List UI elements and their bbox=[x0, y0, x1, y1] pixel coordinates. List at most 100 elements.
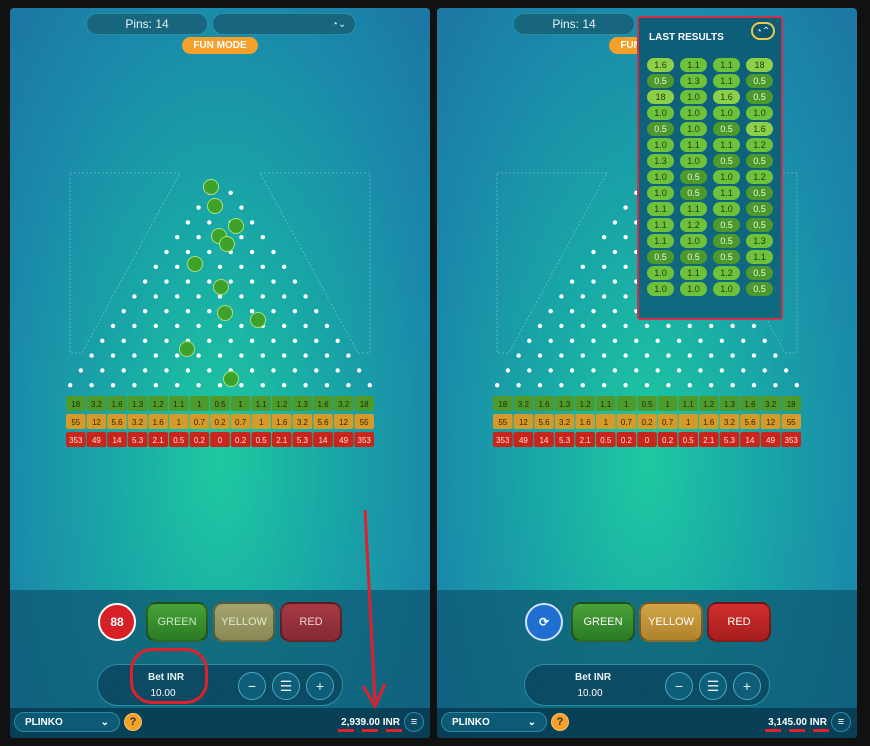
pin bbox=[687, 383, 692, 388]
yellow-button[interactable]: YELLOW bbox=[639, 602, 703, 642]
plus-icon: + bbox=[742, 678, 752, 694]
result-chip: 1.0 bbox=[746, 106, 773, 120]
red-multiplier-label: 2.1 bbox=[703, 436, 715, 445]
pin bbox=[249, 338, 255, 343]
result-chip: 1.0 bbox=[713, 106, 740, 120]
red-multiplier-label: 0.5 bbox=[173, 436, 185, 445]
red-button[interactable]: RED bbox=[707, 602, 771, 642]
pin bbox=[783, 368, 789, 373]
green-multiplier-label: 1.1 bbox=[173, 400, 185, 409]
help-button[interactable]: ? bbox=[124, 713, 142, 731]
results-row: 0.5 1.0 0.5 1.6 bbox=[647, 122, 773, 136]
help-button[interactable]: ? bbox=[551, 713, 569, 731]
result-chip: 1.3 bbox=[647, 154, 674, 168]
pin bbox=[239, 353, 244, 358]
balance-underline bbox=[386, 729, 402, 732]
result-chip: 0.5 bbox=[680, 186, 707, 200]
result-chip: 1.3 bbox=[680, 74, 707, 88]
pin bbox=[602, 353, 607, 358]
result-chip: 1.2 bbox=[746, 170, 773, 184]
pin bbox=[207, 309, 212, 314]
pin bbox=[217, 383, 223, 388]
pin bbox=[580, 264, 585, 269]
pin bbox=[324, 383, 330, 388]
history-collapse-icon[interactable]: ◔⌃ bbox=[751, 22, 775, 40]
pin bbox=[591, 368, 596, 373]
game-select[interactable]: PLINKO ⌄ bbox=[441, 712, 547, 732]
footer-bar: PLINKO ⌄ ? 2,939.00 INR ≡ bbox=[10, 708, 430, 738]
pin bbox=[196, 205, 201, 210]
pin bbox=[249, 220, 255, 225]
pin bbox=[794, 383, 799, 388]
pin bbox=[773, 353, 778, 358]
pin bbox=[271, 338, 276, 343]
pin bbox=[271, 368, 276, 373]
pin bbox=[185, 220, 191, 225]
pin bbox=[260, 383, 265, 388]
balls-count: 88 bbox=[110, 615, 124, 629]
green-multiplier-label: 1.1 bbox=[683, 400, 695, 409]
results-row: 0.5 0.5 0.5 1.1 bbox=[647, 250, 773, 264]
menu-button[interactable]: ≡ bbox=[831, 712, 851, 732]
result-chip: 0.5 bbox=[746, 186, 773, 200]
red-button[interactable]: RED bbox=[280, 602, 342, 642]
green-multiplier-label: 1 bbox=[624, 400, 629, 409]
pin bbox=[260, 353, 265, 358]
coins-button[interactable]: ☰ bbox=[699, 672, 727, 700]
pin bbox=[121, 338, 126, 343]
game-select[interactable]: PLINKO ⌄ bbox=[14, 712, 120, 732]
results-row: 1.1 1.2 0.5 0.5 bbox=[647, 218, 773, 232]
red-multiplier-label: 2.1 bbox=[580, 436, 592, 445]
pin bbox=[580, 323, 585, 329]
result-chip: 1.0 bbox=[713, 202, 740, 216]
red-multiplier-label: 0.5 bbox=[683, 436, 695, 445]
coins-button[interactable]: ☰ bbox=[272, 672, 300, 700]
pin bbox=[142, 279, 148, 284]
bet-plus-button[interactable]: + bbox=[733, 672, 761, 700]
green-multiplier-label: 1.2 bbox=[580, 400, 592, 409]
pin bbox=[239, 383, 244, 388]
yellow-multiplier-label: 12 bbox=[92, 418, 101, 427]
green-multiplier-label: 0.5 bbox=[214, 400, 226, 409]
bet-input[interactable]: 10.00 bbox=[535, 685, 645, 702]
result-chip: 1.1 bbox=[746, 250, 773, 264]
result-chip: 1.1 bbox=[713, 74, 740, 88]
green-button[interactable]: GREEN bbox=[146, 602, 208, 642]
pin bbox=[121, 309, 126, 314]
pin bbox=[356, 368, 362, 373]
green-multiplier-label: 18 bbox=[71, 400, 80, 409]
pin bbox=[153, 353, 158, 358]
green-button[interactable]: GREEN bbox=[571, 602, 635, 642]
pin bbox=[303, 294, 308, 299]
pin bbox=[282, 264, 287, 269]
pin bbox=[260, 294, 265, 299]
bet-minus-button[interactable]: − bbox=[665, 672, 693, 700]
yellow-label: YELLOW bbox=[221, 616, 267, 628]
yellow-multiplier-label: 55 bbox=[360, 418, 369, 427]
yellow-button[interactable]: YELLOW bbox=[213, 602, 275, 642]
bet-minus-button[interactable]: − bbox=[238, 672, 266, 700]
yellow-multiplier-label: 55 bbox=[498, 418, 507, 427]
annotation-arrow bbox=[361, 510, 387, 710]
result-chip: 1.1 bbox=[680, 138, 707, 152]
result-chip: 1.1 bbox=[713, 138, 740, 152]
yellow-multiplier-label: 1 bbox=[177, 418, 182, 427]
result-chip: 1.0 bbox=[647, 186, 674, 200]
green-multiplier-label: 3.2 bbox=[518, 400, 530, 409]
red-multiplier-label: 14 bbox=[746, 436, 755, 445]
pin bbox=[196, 383, 201, 388]
result-chip: 0.5 bbox=[713, 250, 740, 264]
pin bbox=[282, 383, 287, 388]
pin bbox=[730, 353, 735, 358]
ball bbox=[223, 371, 239, 387]
bet-plus-button[interactable]: + bbox=[306, 672, 334, 700]
pin bbox=[591, 279, 596, 284]
pin bbox=[260, 264, 265, 269]
balance-underline bbox=[765, 729, 781, 732]
autoplay-button[interactable]: ⟳ bbox=[525, 603, 563, 641]
pin bbox=[196, 323, 201, 329]
pin bbox=[623, 323, 628, 329]
yellow-multiplier-label: 1 bbox=[259, 418, 264, 427]
result-chip: 0.5 bbox=[713, 218, 740, 232]
menu-button[interactable]: ≡ bbox=[404, 712, 424, 732]
